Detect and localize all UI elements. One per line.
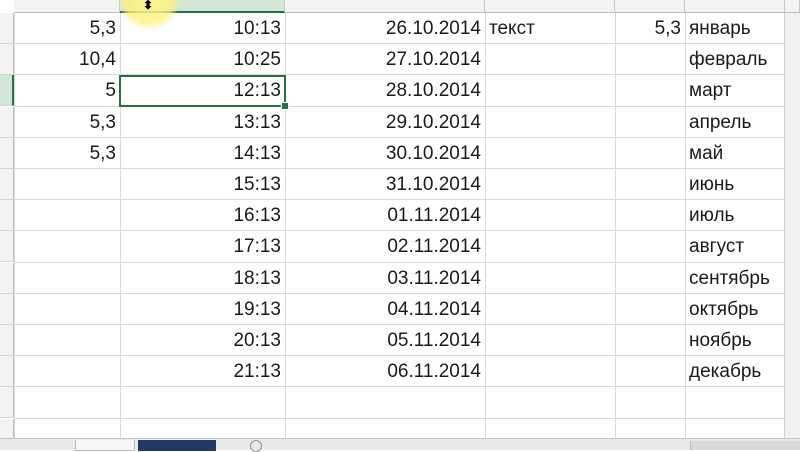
cell-e[interactable] xyxy=(615,231,685,262)
cell-f[interactable]: апрель xyxy=(685,107,785,138)
cell-c[interactable]: 02.11.2014 xyxy=(285,231,485,262)
cell-a[interactable] xyxy=(14,169,120,200)
cell-e[interactable] xyxy=(615,138,685,169)
cell-c[interactable]: 28.10.2014 xyxy=(285,75,485,106)
cell-f[interactable]: октябрь xyxy=(685,294,785,325)
cell-f[interactable]: сентябрь xyxy=(685,263,785,294)
column-header-g[interactable] xyxy=(785,0,800,13)
cell-b[interactable]: 19:13 xyxy=(120,294,285,325)
row-header[interactable] xyxy=(0,325,14,356)
column-header-c[interactable] xyxy=(285,0,485,13)
cell-a[interactable] xyxy=(14,231,120,262)
cell-f[interactable]: январь xyxy=(685,13,785,44)
row-header[interactable] xyxy=(0,200,14,232)
cell-e[interactable] xyxy=(615,107,685,138)
cell-c[interactable]: 30.10.2014 xyxy=(285,138,485,169)
cell-b[interactable]: 10:25 xyxy=(120,44,285,75)
row-header[interactable] xyxy=(0,169,14,200)
cell-a[interactable] xyxy=(14,356,120,387)
cell-a[interactable] xyxy=(14,294,120,325)
cell-f[interactable]: март xyxy=(685,75,785,106)
cell-d[interactable] xyxy=(485,200,615,231)
vertical-scrollbar[interactable] xyxy=(784,13,800,438)
cell-d[interactable] xyxy=(485,138,615,169)
cell-a[interactable]: 5,3 xyxy=(14,13,120,44)
column-header-d[interactable] xyxy=(485,0,615,13)
cell-d[interactable] xyxy=(485,325,615,356)
cell-d[interactable] xyxy=(485,75,615,106)
cell-a[interactable]: 10,4 xyxy=(14,44,120,75)
row-header[interactable] xyxy=(0,262,14,294)
column-resize-cursor-icon: ⬍ xyxy=(143,0,154,12)
row-header[interactable] xyxy=(0,356,14,388)
cell-a[interactable] xyxy=(14,263,120,294)
cell-c[interactable]: 06.11.2014 xyxy=(285,356,485,387)
column-header-a[interactable] xyxy=(14,0,120,13)
cell-f[interactable]: февраль xyxy=(685,44,785,75)
sheet-tab-2[interactable] xyxy=(138,440,216,451)
cell-e[interactable]: 5,3 xyxy=(615,13,685,44)
add-sheet-icon[interactable] xyxy=(250,440,262,452)
cell-d[interactable] xyxy=(485,356,615,387)
cell-d[interactable] xyxy=(485,294,615,325)
cell-b[interactable]: 20:13 xyxy=(120,325,285,356)
cell-f[interactable]: декабрь xyxy=(685,356,785,387)
cell-c[interactable]: 26.10.2014 xyxy=(285,13,485,44)
spreadsheet-grid[interactable]: 5,310:1326.10.2014текст5,3январья10,410:… xyxy=(0,0,800,452)
cell-b[interactable]: 13:13 xyxy=(120,107,285,138)
cell-e[interactable] xyxy=(615,169,685,200)
cell-d[interactable] xyxy=(485,231,615,262)
cell-b[interactable]: 14:13 xyxy=(120,138,285,169)
cell-f[interactable]: июль xyxy=(685,200,785,231)
row-header[interactable] xyxy=(0,231,14,263)
cell-f[interactable]: май xyxy=(685,138,785,169)
cell-e[interactable] xyxy=(615,263,685,294)
row-header[interactable] xyxy=(0,106,14,138)
cell-a[interactable] xyxy=(14,200,120,231)
cell-e[interactable] xyxy=(615,325,685,356)
horizontal-scrollbar[interactable] xyxy=(690,441,800,450)
cell-e[interactable] xyxy=(615,294,685,325)
cell-b[interactable]: 16:13 xyxy=(120,200,285,231)
cell-d[interactable]: текст xyxy=(485,13,615,44)
cell-d[interactable] xyxy=(485,107,615,138)
cell-c[interactable]: 01.11.2014 xyxy=(285,200,485,231)
cell-f[interactable]: август xyxy=(685,231,785,262)
row-header[interactable] xyxy=(0,44,14,76)
cell-b[interactable]: 21:13 xyxy=(120,356,285,387)
cell-f[interactable]: ноябрь xyxy=(685,325,785,356)
row-header[interactable] xyxy=(0,293,14,325)
cell-e[interactable] xyxy=(615,356,685,387)
fill-handle[interactable] xyxy=(281,102,289,110)
cell-b[interactable]: 18:13 xyxy=(120,263,285,294)
cell-a[interactable]: 5,3 xyxy=(14,107,120,138)
cell-e[interactable] xyxy=(615,200,685,231)
cell-d[interactable] xyxy=(485,263,615,294)
cell-b[interactable]: 17:13 xyxy=(120,231,285,262)
cell-e[interactable] xyxy=(615,75,685,106)
cell-b[interactable]: 12:13 xyxy=(120,75,285,106)
cell-c[interactable]: 27.10.2014 xyxy=(285,44,485,75)
cell-a[interactable]: 5 xyxy=(14,75,120,106)
cell-a[interactable] xyxy=(14,325,120,356)
cell-e[interactable] xyxy=(615,44,685,75)
cell-c[interactable]: 29.10.2014 xyxy=(285,107,485,138)
row-header[interactable] xyxy=(0,387,14,419)
sheet-tab-bar xyxy=(0,438,800,452)
cell-c[interactable]: 03.11.2014 xyxy=(285,263,485,294)
cell-c[interactable]: 05.11.2014 xyxy=(285,325,485,356)
row-header[interactable] xyxy=(0,75,14,107)
column-header-f[interactable] xyxy=(685,0,785,13)
row-header[interactable] xyxy=(0,13,14,44)
cell-f[interactable]: июнь xyxy=(685,169,785,200)
cell-a[interactable]: 5,3 xyxy=(14,138,120,169)
cell-d[interactable] xyxy=(485,44,615,75)
row-header[interactable] xyxy=(0,137,14,169)
cell-d[interactable] xyxy=(485,169,615,200)
cell-c[interactable]: 31.10.2014 xyxy=(285,169,485,200)
cell-b[interactable]: 15:13 xyxy=(120,169,285,200)
sheet-tab-1[interactable] xyxy=(75,440,135,451)
cell-c[interactable]: 04.11.2014 xyxy=(285,294,485,325)
column-header-e[interactable] xyxy=(615,0,685,13)
